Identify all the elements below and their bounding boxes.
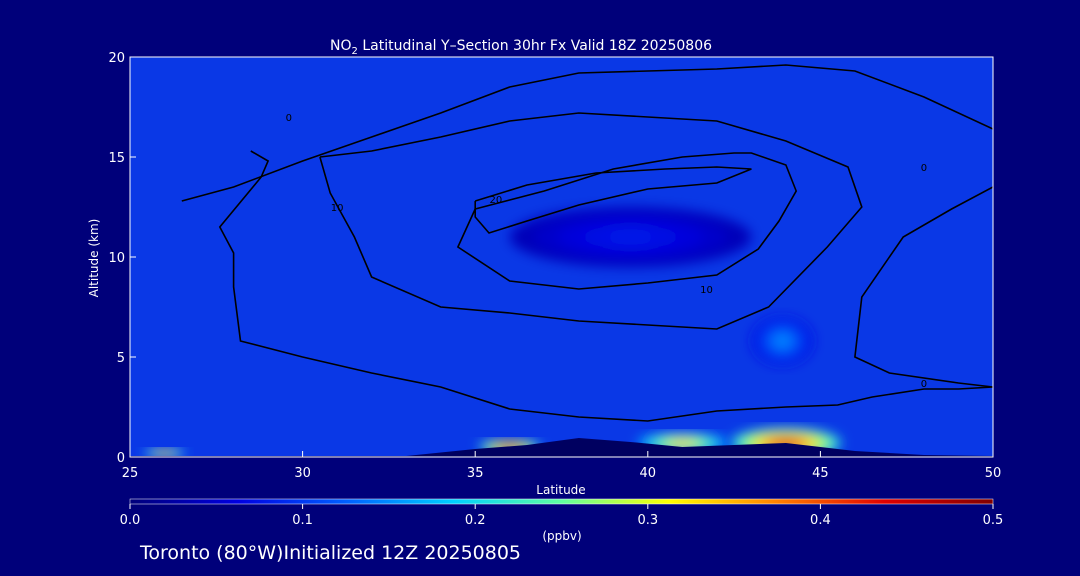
y-tick-label: 15 xyxy=(108,151,125,166)
plot-area: 0 0 0 10 10 20 xyxy=(129,56,994,458)
colorbar-tick-label: 0.4 xyxy=(810,513,831,528)
contour-label: 20 xyxy=(490,195,503,206)
field-blob xyxy=(143,449,186,457)
y-tick-label: 20 xyxy=(108,51,125,66)
contour-label: 0 xyxy=(921,163,927,174)
contour-label: 10 xyxy=(331,203,344,214)
x-tick-label: 35 xyxy=(467,466,484,481)
x-tick-label: 45 xyxy=(812,466,829,481)
chart-canvas: NO2 Latitudinal Y–Section 30hr Fx Valid … xyxy=(87,38,1004,543)
y-tick-label: 5 xyxy=(117,351,125,366)
field-blob xyxy=(751,317,814,365)
colorbar: 0.0 0.1 0.2 0.3 0.4 0.5 (ppbv) xyxy=(120,498,1004,543)
colorbar-tick-label: 0.1 xyxy=(292,513,313,528)
footer-caption: Toronto (80°W)Initialized 12Z 20250805 xyxy=(140,542,522,564)
colorbar-tick-label: 0.2 xyxy=(465,513,486,528)
y-tick-label: 10 xyxy=(108,251,125,266)
colorbar-units: (ppbv) xyxy=(542,529,581,543)
x-axis-label: Latitude xyxy=(536,483,585,497)
contour-label: 0 xyxy=(286,113,292,124)
y-axis-label: Altitude (km) xyxy=(87,219,101,298)
colorbar-tick-label: 0.5 xyxy=(983,513,1004,528)
y-tick-label: 0 xyxy=(117,451,125,466)
chart-title: NO2 Latitudinal Y–Section 30hr Fx Valid … xyxy=(330,38,712,57)
x-tick-label: 30 xyxy=(294,466,311,481)
colorbar-scale xyxy=(129,498,994,505)
x-tick-label: 40 xyxy=(640,466,657,481)
colorbar-tick-label: 0.0 xyxy=(120,513,141,528)
x-tick-label: 50 xyxy=(985,466,1002,481)
x-tick-label: 25 xyxy=(122,466,139,481)
field-blob xyxy=(509,207,752,267)
contour-label: 10 xyxy=(700,285,713,296)
contour-label: 0 xyxy=(921,379,927,390)
colorbar-tick-label: 0.3 xyxy=(637,513,658,528)
